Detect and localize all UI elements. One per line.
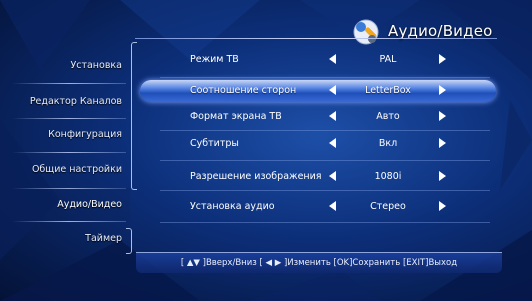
arrow-left-icon[interactable] <box>329 201 336 211</box>
sidebar-item-label: Таймер <box>85 232 122 244</box>
arrow-left-icon[interactable] <box>329 111 336 121</box>
header: Аудио/Видео <box>352 18 502 46</box>
panel-frame-bracket <box>126 228 132 254</box>
panel-frame <box>131 42 137 190</box>
arrow-right-icon[interactable] <box>439 171 446 181</box>
setting-row-aspect-ratio[interactable]: Соотношение сторон LetterBox <box>140 80 496 102</box>
setting-label: Формат экрана ТВ <box>190 111 282 122</box>
row-divider <box>160 160 490 161</box>
setting-value: Вкл <box>378 138 398 149</box>
arrow-left-icon[interactable] <box>329 54 336 64</box>
sidebar-item-label: Конфигурация <box>48 128 122 140</box>
setting-row-resolution[interactable]: Разрешение изображения 1080i <box>140 166 496 188</box>
setting-row-tv-mode[interactable]: Режим ТВ PAL <box>140 49 496 71</box>
row-divider <box>160 77 490 78</box>
sidebar-item-timer[interactable]: Таймер <box>12 222 130 254</box>
setting-label: Соотношение сторон <box>190 85 297 96</box>
setting-value: PAL <box>379 54 397 65</box>
sidebar-item-audio-video[interactable]: Аудио/Видео <box>12 188 130 220</box>
sidebar-item-label: Аудио/Видео <box>57 198 122 210</box>
arrow-left-icon[interactable] <box>329 85 336 95</box>
row-divider <box>160 130 490 131</box>
setting-value: Авто <box>376 111 400 122</box>
arrow-left-icon[interactable] <box>329 138 336 148</box>
sidebar-item-general-settings[interactable]: Общие настройки <box>12 153 130 185</box>
sidebar-item-installation[interactable]: Установка <box>12 49 130 81</box>
wrench-settings-icon <box>352 18 380 46</box>
sidebar-item-label: Редактор Каналов <box>29 95 122 107</box>
arrow-left-icon[interactable] <box>329 171 336 181</box>
arrow-right-icon[interactable] <box>439 85 446 95</box>
setting-value: LetterBox <box>365 85 411 96</box>
setting-row-audio-setup[interactable]: Установка аудио Стерео <box>140 196 496 218</box>
setting-row-tv-screen-format[interactable]: Формат экрана ТВ Авто <box>140 106 496 128</box>
sidebar-item-configuration[interactable]: Конфигурация <box>12 118 130 150</box>
setting-row-subtitles[interactable]: Субтитры Вкл <box>140 133 496 155</box>
sidebar-divider <box>12 83 126 84</box>
arrow-right-icon[interactable] <box>439 54 446 64</box>
header-divider <box>135 38 497 39</box>
arrow-right-icon[interactable] <box>439 201 446 211</box>
setting-label: Установка аудио <box>190 201 275 212</box>
arrow-right-icon[interactable] <box>439 138 446 148</box>
row-divider <box>160 222 490 223</box>
key-hints-bar: [ ▲▼ ]Вверх/Вниз [ ◀ ▶ ]Изменить [OK]Сох… <box>136 252 502 273</box>
arrow-right-icon[interactable] <box>439 111 446 121</box>
sidebar-item-label: Общие настройки <box>31 163 122 175</box>
row-divider <box>160 190 490 191</box>
setting-label: Режим ТВ <box>190 54 239 65</box>
setting-value: 1080i <box>374 171 402 182</box>
setting-value: Стерео <box>370 201 406 212</box>
sidebar-item-label: Установка <box>70 59 122 71</box>
setting-label: Субтитры <box>190 138 239 149</box>
sidebar-item-channel-editor[interactable]: Редактор Каналов <box>12 85 130 117</box>
setting-label: Разрешение изображения <box>190 171 322 182</box>
